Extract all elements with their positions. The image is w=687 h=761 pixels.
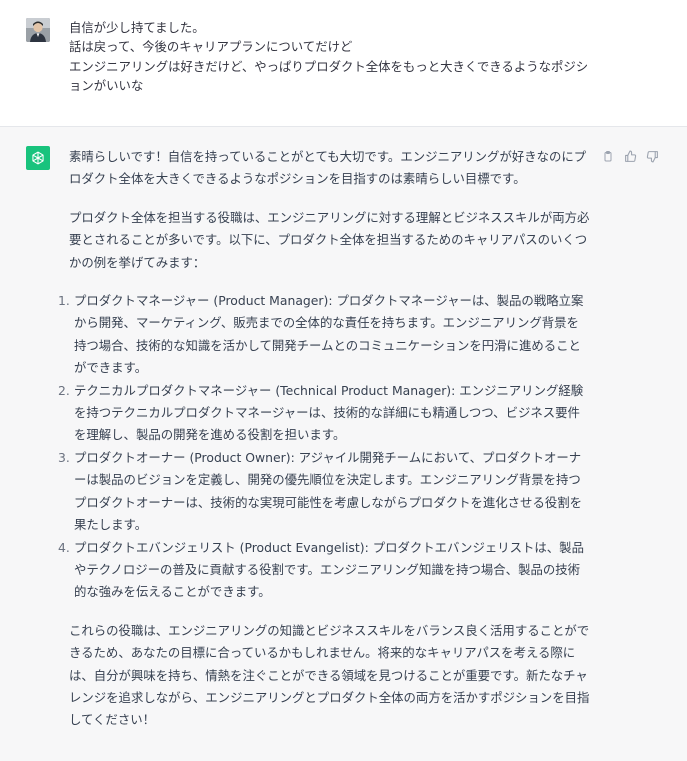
clipboard-icon[interactable] bbox=[601, 149, 615, 163]
user-message: 自信が少し持てました。 話は戻って、今後のキャリアプランについてだけど エンジニ… bbox=[0, 0, 687, 127]
career-path-list: 1. プロダクトマネージャー (Product Manager): プロダクトマ… bbox=[58, 290, 591, 604]
assistant-message: 素晴らしいです！自信を持っていることがとても大切です。エンジニアリングが好きなの… bbox=[0, 127, 687, 761]
list-item: 4. プロダクトエバンジェリスト (Product Evangelist): プ… bbox=[58, 537, 591, 604]
list-item: 1. プロダクトマネージャー (Product Manager): プロダクトマ… bbox=[58, 290, 591, 380]
list-item-text: プロダクトエバンジェリスト (Product Evangelist): プロダク… bbox=[74, 539, 584, 600]
assistant-message-body: 素晴らしいです！自信を持っていることがとても大切です。エンジニアリングが好きなの… bbox=[58, 146, 591, 748]
list-item-text: テクニカルプロダクトマネージャー (Technical Product Mana… bbox=[74, 382, 584, 443]
list-item-number: 2. bbox=[58, 382, 70, 398]
assistant-paragraph: 素晴らしいです！自信を持っていることがとても大切です。エンジニアリングが好きなの… bbox=[69, 149, 587, 187]
list-item-text: プロダクトマネージャー (Product Manager): プロダクトマネージ… bbox=[74, 293, 584, 376]
thumbs-up-icon[interactable] bbox=[623, 149, 637, 163]
assistant-paragraph: プロダクト全体を担当する役職は、エンジニアリングに対する理解とビジネススキルが両… bbox=[69, 209, 590, 270]
user-message-text: 自信が少し持てました。 話は戻って、今後のキャリアプランについてだけど エンジニ… bbox=[69, 20, 589, 93]
message-actions bbox=[601, 149, 659, 163]
list-item-text: プロダクトオーナー (Product Owner): アジャイル開発チームにおい… bbox=[74, 449, 583, 533]
user-avatar bbox=[26, 18, 50, 42]
list-item-number: 4. bbox=[58, 539, 70, 555]
list-item-number: 3. bbox=[58, 449, 70, 465]
chatgpt-logo-icon bbox=[26, 146, 50, 170]
list-item: 2. テクニカルプロダクトマネージャー (Technical Product M… bbox=[58, 380, 591, 447]
assistant-paragraph: これらの役職は、エンジニアリングの知識とビジネススキルをバランス良く活用すること… bbox=[69, 622, 590, 728]
list-item-number: 1. bbox=[58, 293, 70, 309]
list-item: 3. プロダクトオーナー (Product Owner): アジャイル開発チーム… bbox=[58, 447, 591, 537]
thumbs-down-icon[interactable] bbox=[645, 149, 659, 163]
